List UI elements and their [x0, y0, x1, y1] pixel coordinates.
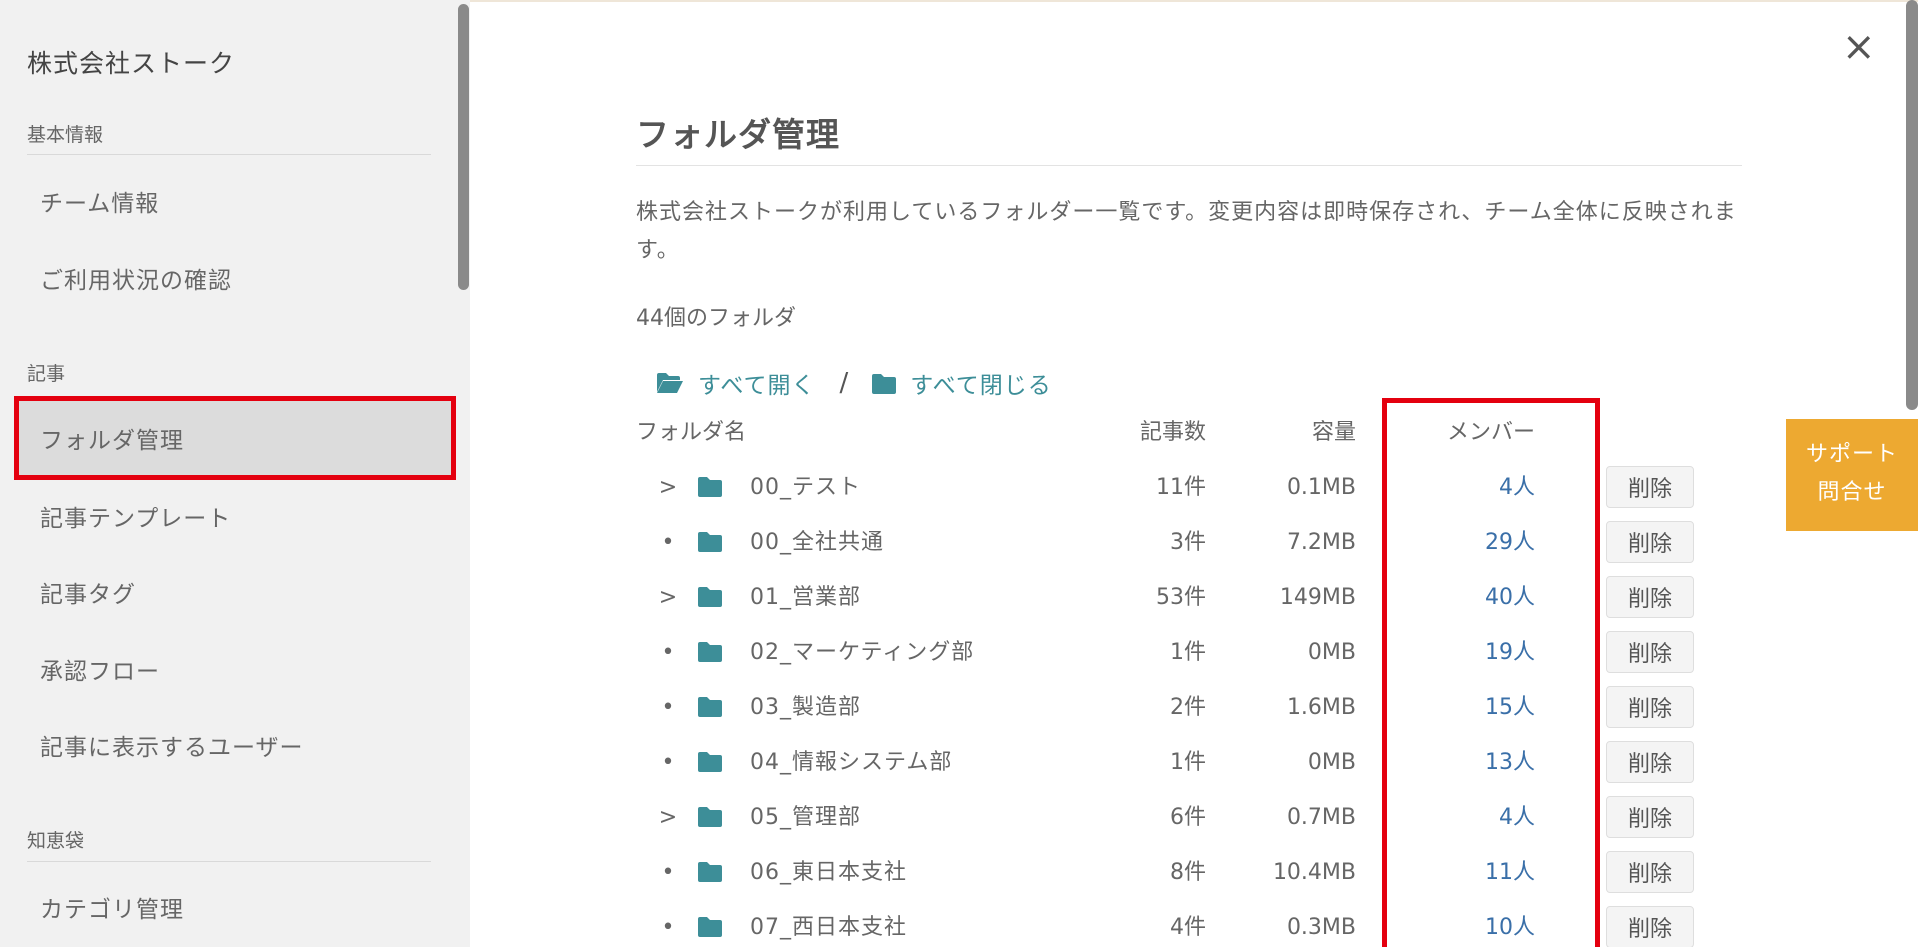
- folder-icon: [698, 917, 722, 937]
- article-count: 4件: [1170, 915, 1206, 940]
- article-count: 8件: [1170, 860, 1206, 885]
- bullet-icon: •: [661, 530, 675, 555]
- folder-name[interactable]: 07_西日本支社: [750, 900, 907, 947]
- main-scrollbar[interactable]: [1906, 0, 1918, 410]
- page-title: フォルダ管理: [636, 115, 840, 154]
- sidebar-item-article-tags[interactable]: 記事タグ: [18, 554, 452, 630]
- sidebar-section-knowledge: 知恵袋: [27, 830, 85, 852]
- delete-button[interactable]: 削除: [1606, 576, 1694, 618]
- folder-size: 149MB: [1279, 585, 1356, 610]
- article-count: 11件: [1156, 475, 1206, 500]
- sidebar-company-name: 株式会社ストーク: [27, 49, 236, 78]
- bullet-icon: •: [661, 860, 675, 885]
- folder-name[interactable]: 06_東日本支社: [750, 845, 907, 900]
- expand-all-button[interactable]: すべて開く: [656, 366, 815, 400]
- folder-actions: すべて開く / すべて閉じる: [656, 366, 1052, 400]
- article-count: 1件: [1170, 640, 1206, 665]
- app-root: 株式会社ストーク 基本情報 チーム情報 ご利用状況の確認 記事 フォルダ管理 記…: [0, 0, 1918, 947]
- page-description: 株式会社ストークが利用しているフォルダー一覧です。変更内容は即時保存され、チーム…: [636, 200, 1737, 263]
- column-header-articles: 記事数: [1139, 420, 1206, 445]
- delete-button[interactable]: 削除: [1606, 741, 1694, 783]
- chevron-right-icon[interactable]: >: [656, 790, 680, 845]
- article-count: 53件: [1156, 585, 1206, 610]
- chevron-right-icon[interactable]: >: [656, 460, 680, 515]
- sidebar-item-category-management[interactable]: カテゴリ管理: [18, 869, 452, 945]
- sidebar-scrollbar[interactable]: [458, 4, 469, 290]
- folder-closed-icon: [872, 373, 897, 394]
- article-count: 3件: [1170, 530, 1206, 555]
- delete-button[interactable]: 削除: [1606, 631, 1694, 673]
- column-header-folder-name: フォルダ名: [636, 420, 747, 445]
- article-count: 1件: [1170, 750, 1206, 775]
- collapse-all-button[interactable]: すべて閉じる: [872, 366, 1051, 400]
- column-header-size: 容量: [1311, 420, 1356, 445]
- sidebar-item-displayed-users[interactable]: 記事に表示するユーザー: [18, 707, 452, 783]
- support-label-line2: 問合せ: [1817, 480, 1887, 505]
- folder-size: 0.7MB: [1286, 805, 1356, 830]
- folder-name[interactable]: 00_テスト: [750, 460, 861, 515]
- folder-name[interactable]: 03_製造部: [750, 680, 861, 735]
- folder-open-icon: [657, 373, 683, 393]
- folder-name[interactable]: 04_情報システム部: [750, 735, 952, 790]
- sidebar-item-approval-flow[interactable]: 承認フロー: [18, 631, 452, 707]
- folder-name[interactable]: 02_マーケティング部: [750, 625, 974, 680]
- sidebar-item-article-templates[interactable]: 記事テンプレート: [18, 478, 452, 554]
- sidebar-section-divider: [27, 861, 431, 862]
- folder-icon: [698, 642, 722, 662]
- folder-icon: [698, 532, 722, 552]
- title-divider: [636, 165, 1742, 166]
- sidebar-item-folder-management[interactable]: フォルダ管理: [14, 396, 456, 480]
- actions-separator: /: [839, 368, 849, 398]
- delete-button[interactable]: 削除: [1606, 686, 1694, 728]
- folder-icon: [698, 587, 722, 607]
- folder-icon: [698, 807, 722, 827]
- article-count: 6件: [1170, 805, 1206, 830]
- sidebar-section-articles: 記事: [27, 363, 66, 385]
- close-icon[interactable]: ×: [1842, 27, 1876, 67]
- delete-button[interactable]: 削除: [1606, 796, 1694, 838]
- folder-icon: [698, 697, 722, 717]
- collapse-all-label: すべて閉じる: [910, 373, 1052, 399]
- folder-icon: [698, 862, 722, 882]
- folder-size: 7.2MB: [1286, 530, 1356, 555]
- bullet-icon: •: [661, 915, 675, 940]
- support-contact-button[interactable]: サポート 問合せ: [1786, 419, 1918, 531]
- delete-button[interactable]: 削除: [1606, 521, 1694, 563]
- expand-all-label: すべて開く: [698, 373, 816, 399]
- folder-name[interactable]: 00_全社共通: [750, 515, 884, 570]
- folder-size: 0.1MB: [1286, 475, 1356, 500]
- chevron-right-icon[interactable]: >: [656, 570, 680, 625]
- folder-name[interactable]: 05_管理部: [750, 790, 861, 845]
- delete-button[interactable]: 削除: [1606, 906, 1694, 947]
- folder-count: 44個のフォルダ: [636, 306, 796, 331]
- sidebar-section-basic-info: 基本情報: [27, 124, 104, 146]
- bullet-icon: •: [661, 750, 675, 775]
- folder-size: 0MB: [1307, 640, 1356, 665]
- sidebar-item-usage-status[interactable]: ご利用状況の確認: [18, 240, 452, 316]
- folder-name[interactable]: 01_営業部: [750, 570, 861, 625]
- sidebar-section-divider: [27, 154, 431, 155]
- article-count: 2件: [1170, 695, 1206, 720]
- sidebar-item-team-info[interactable]: チーム情報: [18, 163, 452, 239]
- delete-button[interactable]: 削除: [1606, 466, 1694, 508]
- folder-size: 0.3MB: [1286, 915, 1356, 940]
- support-label-line1: サポート: [1805, 442, 1898, 467]
- folder-size: 0MB: [1307, 750, 1356, 775]
- delete-button[interactable]: 削除: [1606, 851, 1694, 893]
- members-column-highlight: [1382, 398, 1600, 947]
- folder-icon: [698, 477, 722, 497]
- bullet-icon: •: [661, 695, 675, 720]
- bullet-icon: •: [661, 640, 675, 665]
- folder-size: 10.4MB: [1272, 860, 1356, 885]
- folder-icon: [698, 752, 722, 772]
- sidebar: 株式会社ストーク 基本情報 チーム情報 ご利用状況の確認 記事 フォルダ管理 記…: [0, 0, 470, 947]
- folder-size: 1.6MB: [1286, 695, 1356, 720]
